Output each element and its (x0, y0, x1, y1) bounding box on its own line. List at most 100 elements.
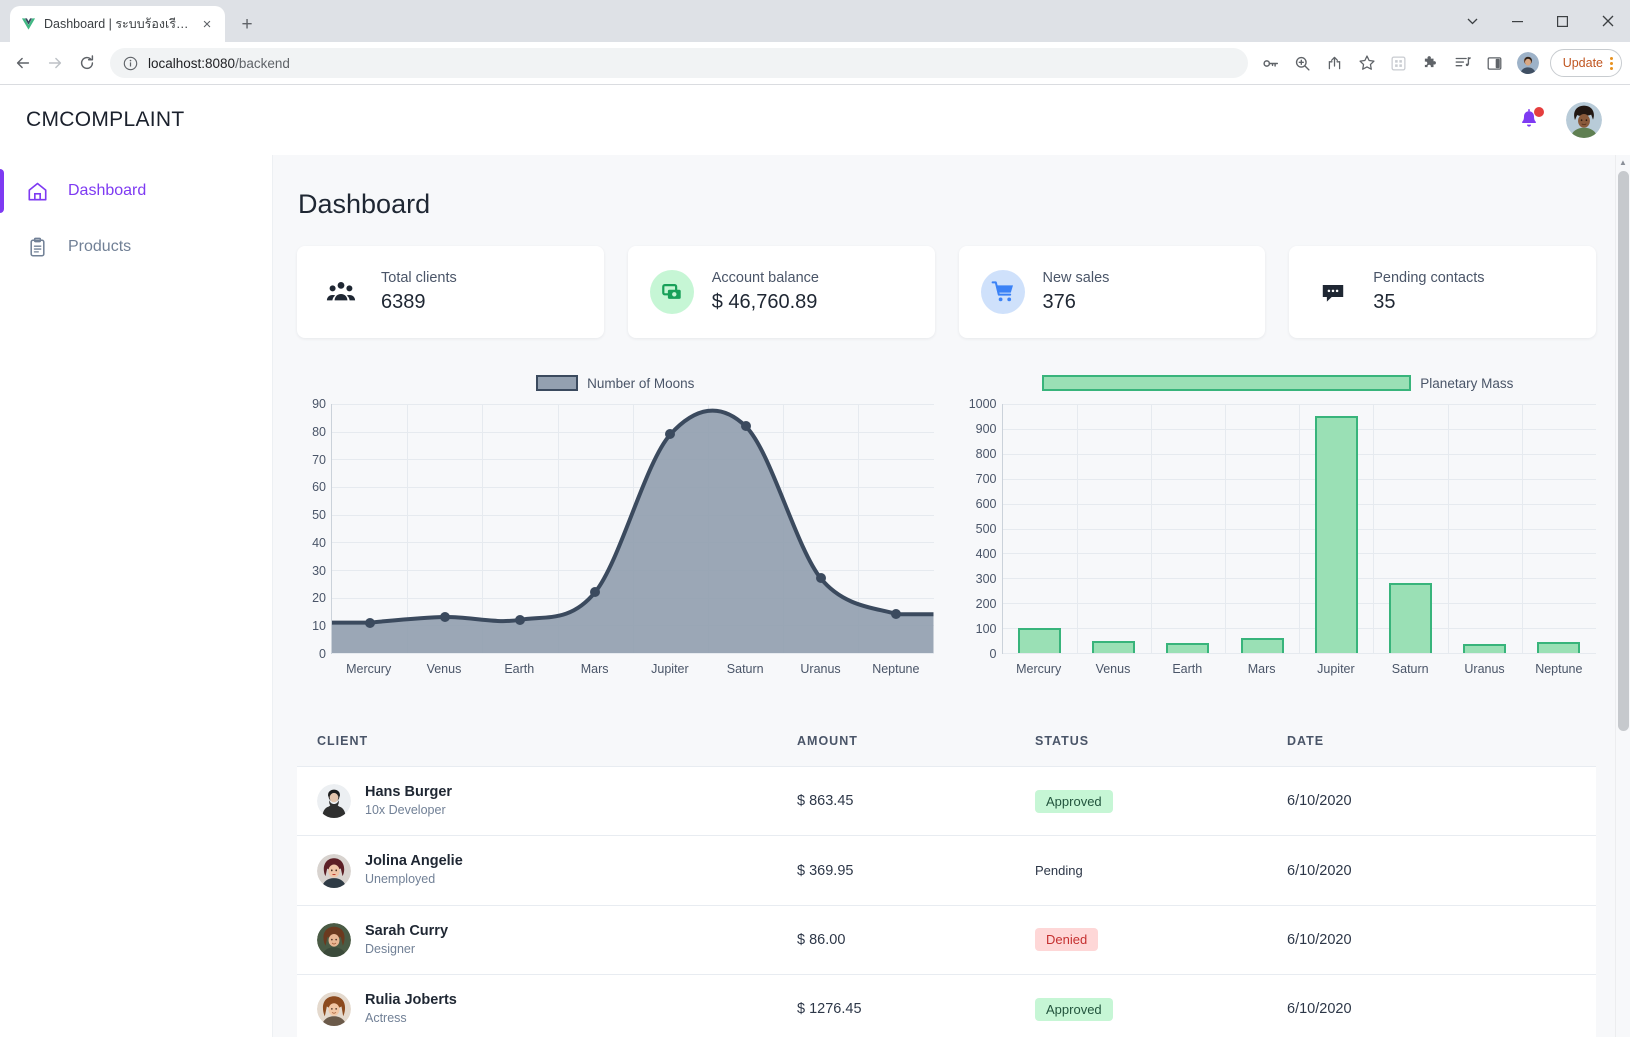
cell-amount: $ 369.95 (797, 862, 854, 879)
cell-date: 6/10/2020 (1287, 931, 1352, 948)
table-row[interactable]: Hans Burger 10x Developer $ 863.45 Approved… (297, 766, 1596, 836)
data-point[interactable] (364, 617, 375, 628)
main-content: Dashboard Total clients 6389 Account bal… (272, 155, 1630, 1037)
maximize-button[interactable] (1540, 4, 1585, 38)
bar[interactable] (1018, 628, 1062, 653)
column-header-date[interactable]: DATE (1287, 720, 1596, 767)
client-role: Unemployed (365, 872, 436, 887)
data-point[interactable] (665, 429, 676, 440)
data-point[interactable] (439, 612, 450, 623)
data-point[interactable] (815, 573, 826, 584)
update-button[interactable]: Update (1549, 49, 1622, 77)
scrollbar[interactable]: ▲ (1615, 155, 1630, 1037)
x-tick-labels: Mercury Venus Earth Mars Jupiter Saturn Uranus… (331, 662, 934, 676)
clients-table: CLIENT AMOUNT STATUS DATE Hans Burger 10x… (297, 720, 1596, 1037)
avatar[interactable] (1566, 102, 1602, 138)
bar[interactable] (1537, 641, 1581, 653)
url-host: localhost:8080 (148, 55, 236, 71)
data-point[interactable] (740, 421, 751, 432)
notification-bell-icon[interactable] (1518, 107, 1544, 132)
y-tick-label: 0 (989, 647, 997, 661)
sidebar-item-products[interactable]: Products (0, 225, 272, 269)
forward-button[interactable] (40, 48, 70, 78)
tab-close-icon[interactable]: × (199, 16, 215, 32)
people-group-icon (319, 270, 363, 314)
status-badge: Approved (1035, 997, 1113, 1021)
plot-area (1001, 404, 1596, 654)
side-panel-icon[interactable] (1480, 48, 1510, 78)
x-tick-label: Saturn (726, 662, 764, 676)
web-page: CMCOMPLAINT Dashboard Products Dashboard… (0, 85, 1630, 1037)
status-badge: Approved (1035, 789, 1113, 813)
y-tick-label: 40 (312, 535, 326, 550)
password-key-icon[interactable] (1256, 48, 1286, 78)
column-header-status[interactable]: STATUS (1035, 720, 1287, 767)
browser-window: Dashboard | ระบบร้องเรียน × + localhost:… (0, 0, 1630, 1037)
stat-card-total-clients: Total clients 6389 (297, 246, 604, 338)
cell-amount: $ 863.45 (797, 793, 854, 810)
share-icon[interactable] (1320, 48, 1350, 78)
x-tick-label: Jupiter (1317, 662, 1355, 676)
bar[interactable] (1389, 583, 1433, 653)
data-point[interactable] (890, 609, 901, 620)
sidebar-item-dashboard[interactable]: Dashboard (0, 169, 272, 213)
stat-card-value: 35 (1373, 291, 1396, 313)
client-role: Designer (365, 941, 416, 956)
browser-toolbar: localhost:8080/backend Update (0, 42, 1630, 85)
bar-cell (1003, 404, 1077, 653)
bar[interactable] (1240, 637, 1284, 653)
cell-client: Sarah Curry Designer (297, 905, 797, 974)
close-button[interactable] (1585, 4, 1630, 38)
table-row[interactable]: Jolina Angelie Unemployed $ 369.95 Pending 6… (297, 835, 1596, 906)
new-tab-button[interactable]: + (233, 10, 261, 38)
extensions-puzzle-icon[interactable] (1416, 48, 1446, 78)
tab-title: Dashboard | ระบบร้องเรียน (44, 17, 191, 31)
browser-profile-avatar[interactable] (1516, 52, 1539, 74)
table-row[interactable]: Sarah Curry Designer $ 86.00 Denied 6/10/202… (297, 905, 1596, 975)
x-tick-labels: Mercury Venus Earth Mars Jupiter Saturn Uranus… (1002, 662, 1597, 676)
back-button[interactable] (8, 48, 38, 78)
table-row[interactable]: Rulia Joberts Actress $ 1276.45 Approved 6/1… (297, 974, 1596, 1037)
address-bar[interactable]: localhost:8080/backend (110, 48, 1248, 78)
bar-cell (1299, 404, 1373, 653)
bar-cell (1448, 404, 1522, 653)
stat-card-text: Pending contacts 35 (1373, 270, 1484, 314)
notification-badge (1534, 107, 1544, 117)
charts-row: Number of Moons 0 10 20 30 40 50 60 70 80 90 Merc… (297, 374, 1596, 676)
scroll-up-arrow-icon[interactable]: ▲ (1616, 155, 1630, 170)
x-tick-label: Uranus (800, 662, 841, 676)
cell-status: Approved (1035, 975, 1287, 1037)
scrollbar-thumb[interactable] (1618, 171, 1629, 731)
column-header-client[interactable]: CLIENT (297, 720, 797, 767)
client-role: 10x Developer (365, 802, 446, 817)
x-tick-label: Saturn (1391, 662, 1429, 676)
x-tick-label: Mercury (346, 662, 392, 676)
data-point[interactable] (590, 587, 601, 598)
tab-search-icon[interactable] (1450, 4, 1495, 38)
stat-card-text: Account balance $ 46,760.89 (712, 270, 819, 314)
minimize-button[interactable] (1495, 4, 1540, 38)
qr-icon[interactable] (1384, 48, 1414, 78)
bar[interactable] (1314, 416, 1358, 653)
column-header-amount[interactable]: AMOUNT (797, 720, 1035, 767)
bookmark-star-icon[interactable] (1352, 48, 1382, 78)
client-text: Sarah Curry Designer (365, 922, 448, 958)
area-plot: 0 10 20 30 40 50 60 70 80 90 (297, 397, 934, 661)
stat-card-value: $ 46,760.89 (711, 291, 818, 313)
zoom-icon[interactable] (1288, 48, 1318, 78)
stat-card-value: 376 (1042, 291, 1076, 313)
data-point[interactable] (514, 614, 525, 625)
browser-tab[interactable]: Dashboard | ระบบร้องเรียน × (10, 6, 225, 42)
bar[interactable] (1463, 643, 1507, 653)
sidebar-item-label: Products (68, 238, 132, 255)
app-brand[interactable]: CMCOMPLAINT (26, 108, 184, 132)
media-list-icon[interactable] (1448, 48, 1478, 78)
bar[interactable] (1166, 643, 1210, 653)
reload-button[interactable] (72, 48, 102, 78)
y-tick-label: 400 (975, 547, 997, 561)
stat-card-label: New sales (1042, 270, 1110, 286)
status-badge: Pending (1035, 863, 1083, 879)
y-tick-label: 100 (975, 622, 997, 636)
chrome-menu-icon[interactable] (1610, 56, 1613, 70)
bar[interactable] (1092, 640, 1136, 653)
